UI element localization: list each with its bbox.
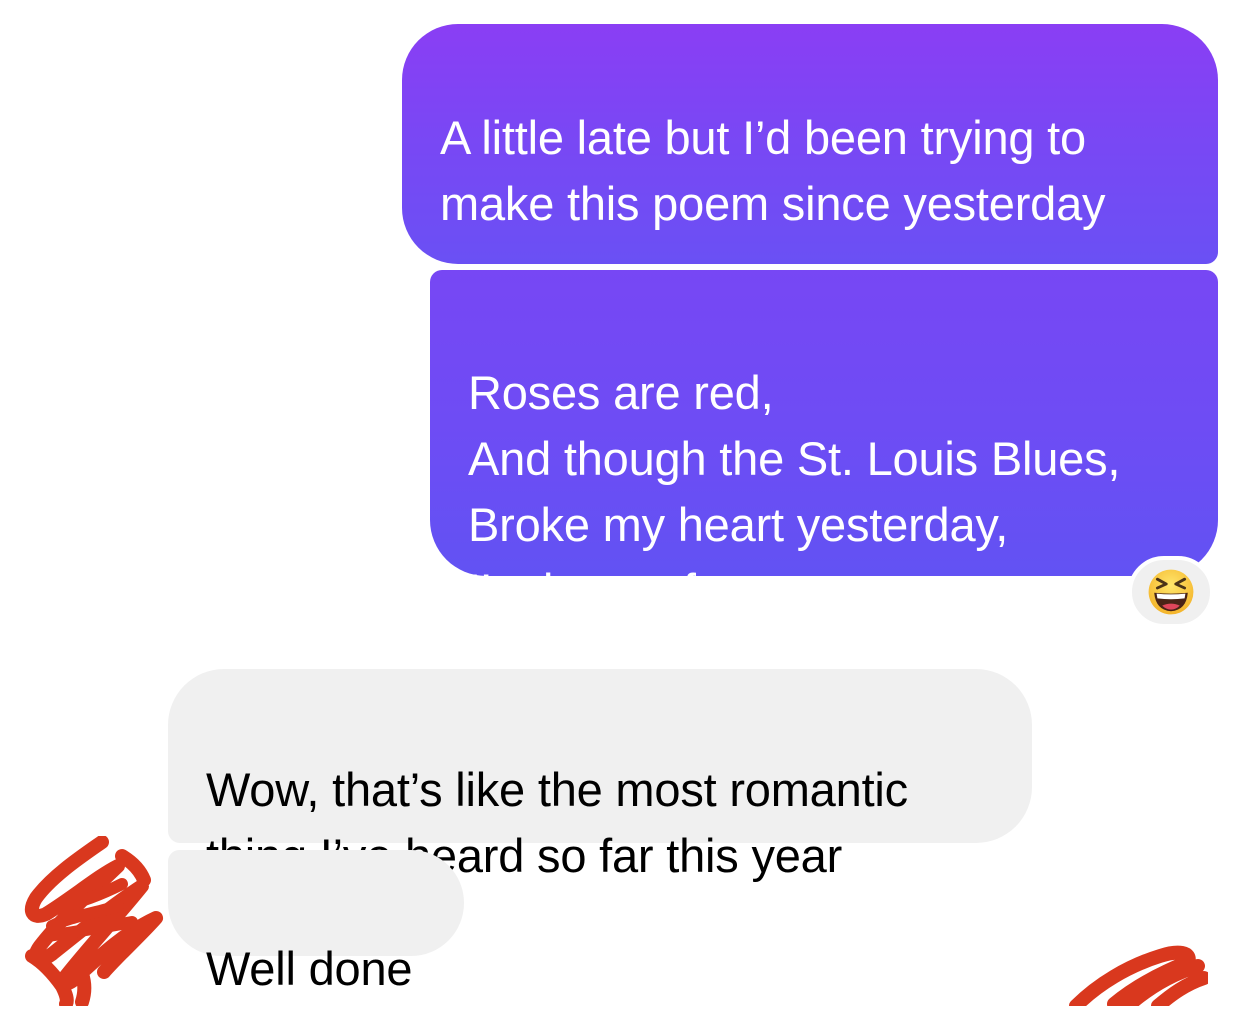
redaction-scribble [22,835,166,1011]
laughing-face-icon [1147,568,1195,616]
message-text: A little late but I’d been trying to mak… [440,111,1106,230]
received-message-bubble[interactable]: Wow, that’s like the most romantic thing… [168,669,1032,882]
sent-message-bubble[interactable]: Roses are red, And though the St. Louis … [430,270,1218,617]
sent-message-bubble[interactable]: A little late but I’d been trying to mak… [402,24,1218,434]
message-reaction[interactable] [1128,556,1214,628]
message-text: Roses are red, And though the St. Louis … [468,366,1121,617]
message-text: Well done [206,942,413,995]
received-message-bubble[interactable]: Well done [168,850,464,995]
redaction-scribble [1068,944,1211,1011]
